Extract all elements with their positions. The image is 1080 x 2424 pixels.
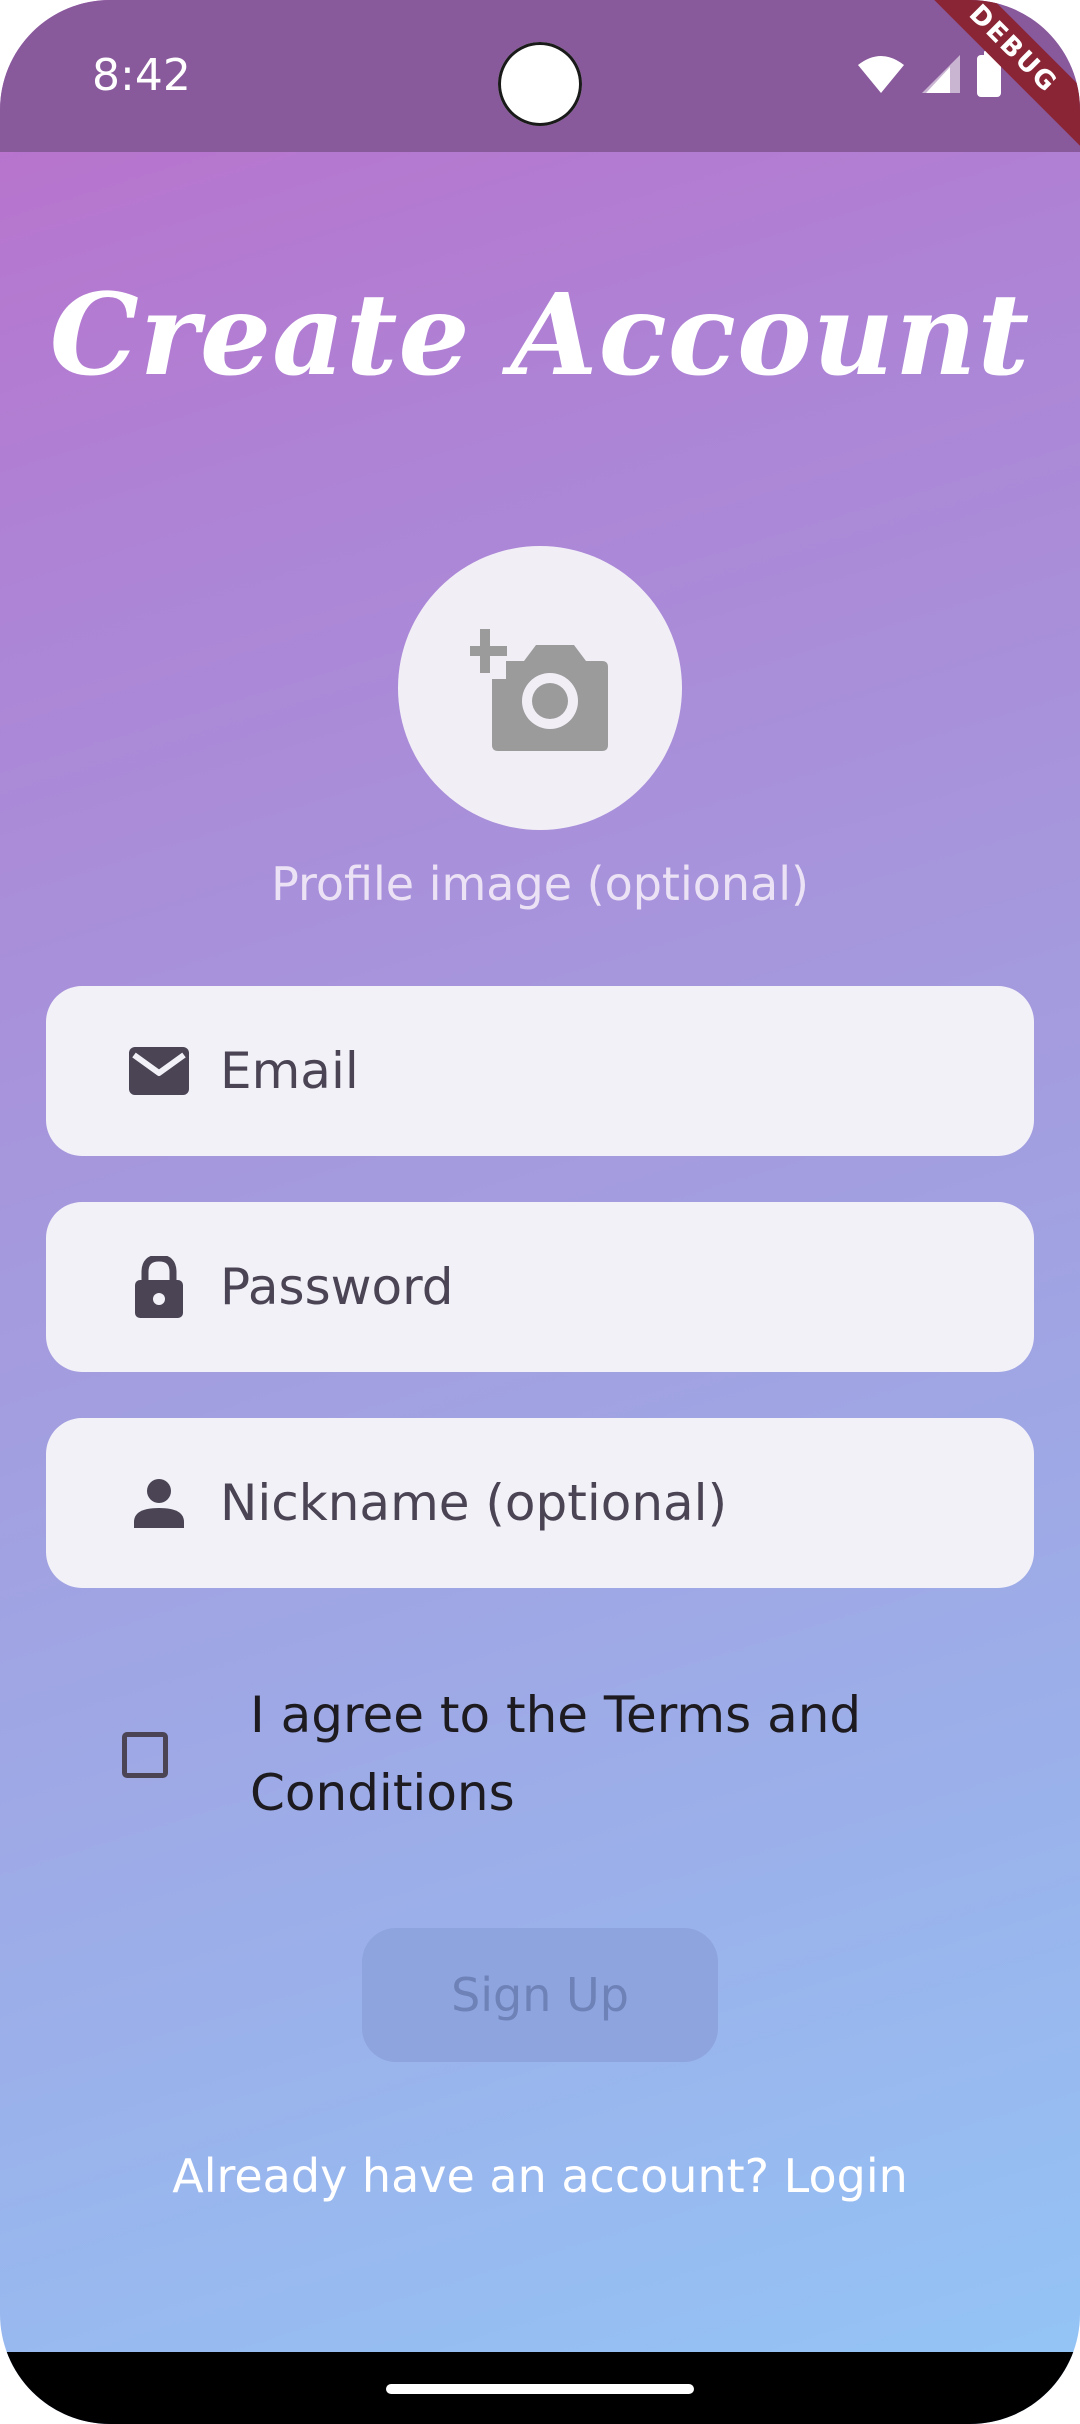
page-title: Create Account	[49, 270, 1031, 401]
status-time: 8:42	[92, 50, 191, 101]
password-input[interactable]	[218, 1246, 1002, 1328]
terms-label: I agree to the Terms and Conditions	[250, 1686, 862, 1822]
profile-image-picker[interactable]	[398, 546, 682, 830]
status-bar: 8:42 DEBUG	[0, 0, 1080, 153]
terms-checkbox[interactable]	[122, 1732, 168, 1778]
terms-row: I agree to the Terms and Conditions	[0, 1676, 1080, 1836]
email-field[interactable]	[46, 986, 1034, 1156]
navigation-bar	[0, 2352, 1080, 2424]
nickname-input[interactable]	[218, 1462, 1002, 1544]
camera-cutout	[498, 42, 582, 126]
wifi-icon	[856, 53, 906, 99]
sign-up-button[interactable]: Sign Up	[362, 1928, 718, 2062]
home-indicator[interactable]	[386, 2384, 694, 2394]
mail-icon	[128, 1040, 190, 1102]
password-field[interactable]	[46, 1202, 1034, 1372]
email-input[interactable]	[218, 1030, 1002, 1112]
phone-screen: 8:42 DEBUG Create Account Profile image …	[0, 0, 1080, 2424]
person-icon	[128, 1472, 190, 1534]
signal-icon	[920, 53, 962, 99]
lock-icon	[128, 1256, 190, 1318]
nickname-field[interactable]	[46, 1418, 1034, 1588]
login-link[interactable]: Already have an account? Login	[0, 2146, 1080, 2206]
profile-image-caption: Profile image (optional)	[271, 857, 809, 911]
status-icons	[856, 51, 1002, 100]
add-a-photo-icon	[463, 621, 610, 755]
